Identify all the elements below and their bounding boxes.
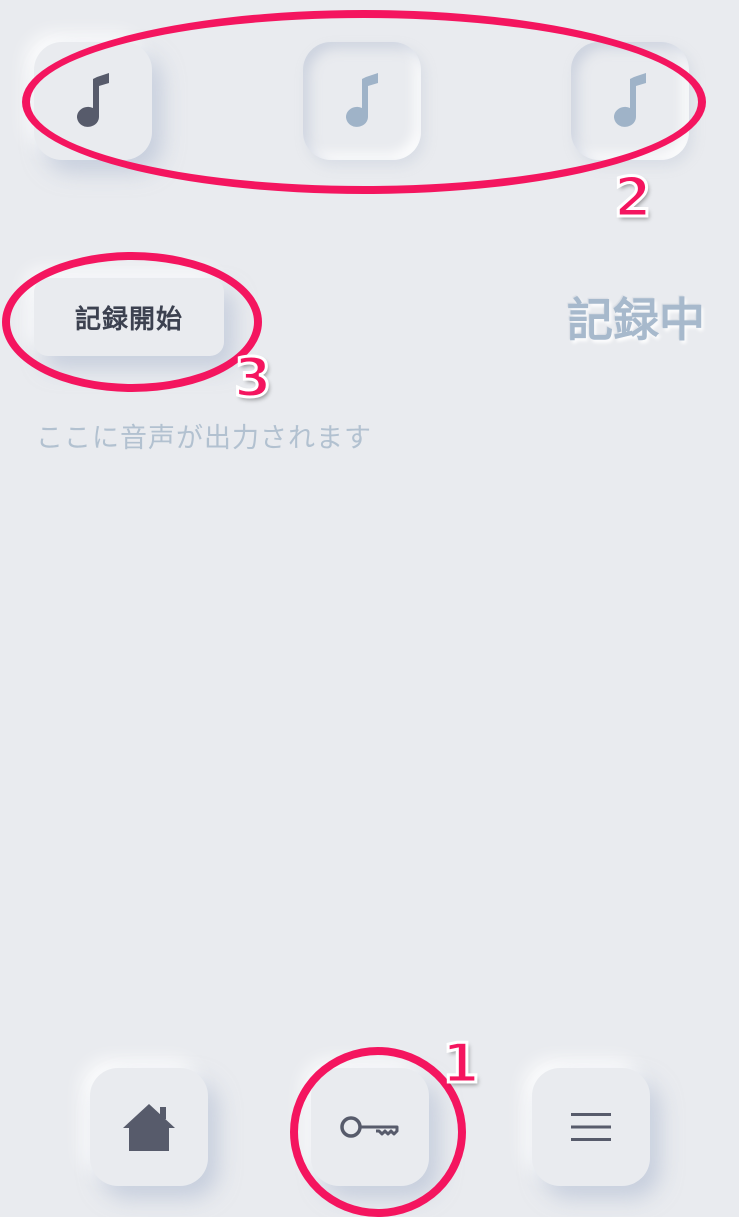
record-start-button[interactable]: 記録開始 xyxy=(34,278,224,356)
annotation-number-3: 3 xyxy=(233,345,274,411)
annotation-number-2: 2 xyxy=(613,165,654,231)
key-button[interactable] xyxy=(311,1068,429,1186)
note-icon xyxy=(346,73,378,127)
home-icon xyxy=(123,1104,175,1151)
tone-button-1[interactable] xyxy=(34,42,152,160)
home-button[interactable] xyxy=(90,1068,208,1186)
key-icon xyxy=(340,1116,399,1138)
record-start-label: 記録開始 xyxy=(74,304,183,335)
tone-button-2[interactable] xyxy=(303,42,421,160)
menu-button[interactable] xyxy=(532,1068,650,1186)
annotation-number-1: 1 xyxy=(441,1031,482,1097)
voice-output-text: ここに音声が出力されます xyxy=(36,423,372,454)
menu-icon xyxy=(571,1113,611,1141)
tone-button-3[interactable] xyxy=(571,42,689,160)
note-icon xyxy=(77,73,109,127)
note-icon xyxy=(614,73,646,127)
recording-status: 記録中 xyxy=(567,293,705,347)
